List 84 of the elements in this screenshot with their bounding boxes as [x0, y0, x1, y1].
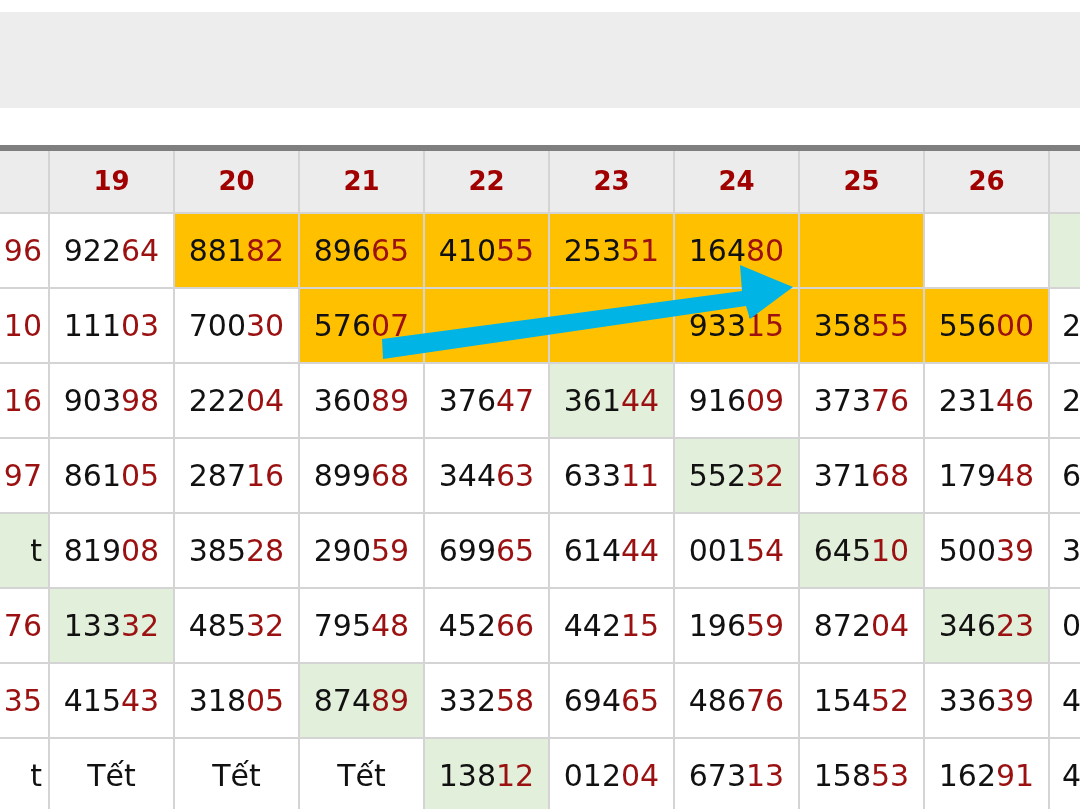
lottery-number: 31805	[188, 682, 285, 720]
lottery-number: 34463	[438, 457, 535, 495]
lottery-number: 0	[1062, 607, 1080, 645]
lottery-number: 90398	[63, 382, 160, 420]
lottery-number: 00154	[688, 532, 785, 570]
lottery-number: 76	[3, 607, 42, 645]
lottery-number: 64510	[813, 532, 910, 570]
lottery-number: 38528	[188, 532, 285, 570]
lottery-number: 36089	[313, 382, 410, 420]
lottery-number: 4	[1062, 682, 1080, 720]
column-header: 23	[550, 151, 673, 212]
lottery-number: 89968	[313, 457, 410, 495]
lottery-number: 44215	[563, 607, 660, 645]
lottery-number: Tết	[337, 757, 386, 795]
lottery-number: t	[30, 532, 42, 570]
lottery-number: 33639	[938, 682, 1035, 720]
lottery-number: 2	[1062, 307, 1080, 345]
lottery-number: 22204	[188, 382, 285, 420]
lottery-number: 87489	[313, 682, 410, 720]
column-header: 25	[800, 151, 923, 212]
lottery-number: 13332	[63, 607, 160, 645]
lottery-number: 67313	[688, 757, 785, 795]
lottery-number: 88182	[188, 232, 285, 270]
header-cell	[0, 151, 48, 212]
lottery-number: 87204	[813, 607, 910, 645]
lottery-number: 61444	[563, 532, 660, 570]
lottery-number: 55600	[938, 307, 1035, 345]
lottery-number: 81908	[63, 532, 160, 570]
lottery-number: 6	[1062, 457, 1080, 495]
lottery-number: Tết	[87, 757, 136, 795]
lottery-number: 55232	[688, 457, 785, 495]
lottery-number: 86105	[63, 457, 160, 495]
column-header: 19	[50, 151, 173, 212]
column-header: 24	[675, 151, 798, 212]
lottery-number: 45266	[438, 607, 535, 645]
column-header: 26	[925, 151, 1048, 212]
lottery-number: 4	[1062, 757, 1080, 795]
lottery-number: 16	[3, 382, 42, 420]
lottery-number: 17948	[938, 457, 1035, 495]
lottery-number: 96	[3, 232, 42, 270]
lottery-number: 41543	[63, 682, 160, 720]
lottery-number: 16291	[938, 757, 1035, 795]
lottery-number: 50039	[938, 532, 1035, 570]
lottery-number: 34623	[938, 607, 1035, 645]
lottery-number: 37168	[813, 457, 910, 495]
lottery-number: 2	[1062, 382, 1080, 420]
header-cell	[1050, 151, 1080, 212]
column-header: 22	[425, 151, 548, 212]
lottery-number: 69965	[438, 532, 535, 570]
lottery-number: 33258	[438, 682, 535, 720]
lottery-number: 48676	[688, 682, 785, 720]
lottery-number: 15853	[813, 757, 910, 795]
lottery-number: 15452	[813, 682, 910, 720]
lottery-number: 57607	[313, 307, 410, 345]
lottery-number: t	[30, 757, 42, 795]
lottery-number: 10	[3, 307, 42, 345]
lottery-number: 3	[1062, 532, 1080, 570]
lottery-number: 19659	[688, 607, 785, 645]
lottery-number: 92264	[63, 232, 160, 270]
lottery-number: 97	[3, 457, 42, 495]
column-header: 20	[175, 151, 298, 212]
lottery-number: 23146	[938, 382, 1035, 420]
lottery-number: 48532	[188, 607, 285, 645]
lottery-number: 69465	[563, 682, 660, 720]
lottery-number: 41055	[438, 232, 535, 270]
lottery-number: 91609	[688, 382, 785, 420]
lottery-number: 16480	[688, 232, 785, 270]
lottery-number: 37647	[438, 382, 535, 420]
lottery-number: 25351	[563, 232, 660, 270]
lottery-number: 35855	[813, 307, 910, 345]
lottery-number: 13812	[438, 757, 535, 795]
lottery-number: 29059	[313, 532, 410, 570]
lottery-number: 79548	[313, 607, 410, 645]
lottery-number: 70030	[188, 307, 285, 345]
column-header: 21	[300, 151, 423, 212]
lottery-number: 28716	[188, 457, 285, 495]
lottery-number: 35	[3, 682, 42, 720]
lottery-number: Tết	[212, 757, 261, 795]
lottery-number: 63311	[563, 457, 660, 495]
lottery-number: 36144	[563, 382, 660, 420]
lottery-number: 37376	[813, 382, 910, 420]
lottery-number: 01204	[563, 757, 660, 795]
lottery-number: 11103	[63, 307, 160, 345]
lottery-number: 89665	[313, 232, 410, 270]
